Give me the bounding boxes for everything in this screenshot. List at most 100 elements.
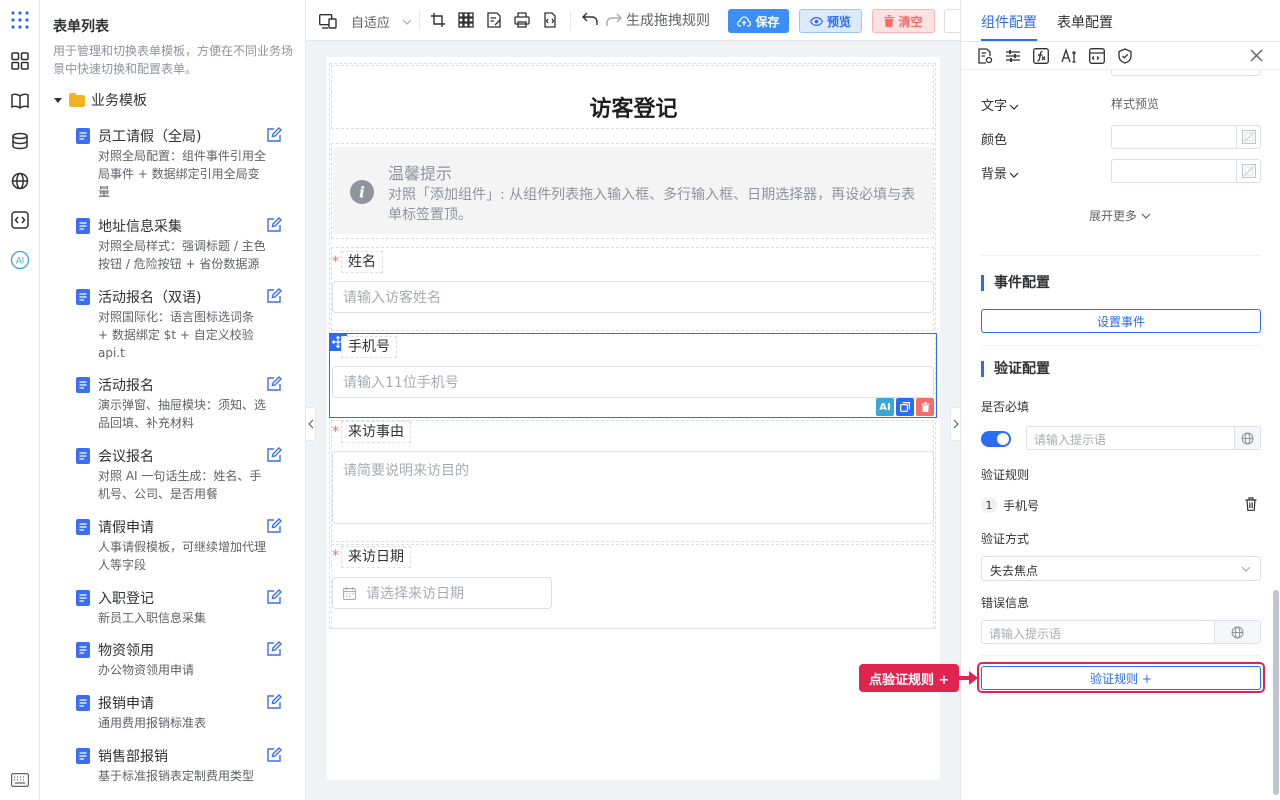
print-icon[interactable] xyxy=(514,12,530,28)
property-icon[interactable] xyxy=(977,48,993,64)
delete-icon[interactable] xyxy=(916,398,934,416)
collapse-right-handle[interactable] xyxy=(950,407,960,441)
background-input[interactable] xyxy=(1111,159,1261,183)
save-button[interactable]: 保存 xyxy=(728,9,789,33)
apps-grid-icon[interactable] xyxy=(9,9,31,31)
clear-button[interactable]: 清空 xyxy=(872,9,935,33)
template-name: 入职登记 xyxy=(98,591,154,607)
sliders-icon[interactable] xyxy=(1005,48,1021,64)
grid-icon[interactable] xyxy=(458,12,474,28)
required-mark: * xyxy=(332,548,339,564)
info-icon: i xyxy=(350,180,374,204)
ai-icon[interactable]: AI xyxy=(9,249,31,271)
components-icon[interactable] xyxy=(9,50,31,72)
phone-input[interactable]: 请输入11位手机号 xyxy=(332,366,934,398)
keyboard-icon[interactable] xyxy=(9,769,31,791)
generate-rules-button[interactable]: 生成拖拽规则 xyxy=(606,10,710,30)
rules-label: 验证规则 xyxy=(981,468,1030,482)
folder-label: 业务模板 xyxy=(91,93,147,109)
book-icon[interactable] xyxy=(9,90,31,112)
shield-check-icon[interactable] xyxy=(1117,48,1133,64)
database-icon[interactable] xyxy=(9,130,31,152)
json-icon[interactable] xyxy=(542,12,558,28)
set-event-button[interactable]: 设置事件 xyxy=(981,309,1261,333)
chevron-down-icon xyxy=(1241,566,1251,572)
template-name: 会议报名 xyxy=(98,449,154,465)
error-label: 错误信息 xyxy=(981,596,1030,610)
edit-icon[interactable] xyxy=(266,447,282,463)
edit-icon[interactable] xyxy=(266,641,282,657)
edit-icon[interactable] xyxy=(266,376,282,392)
trash-icon xyxy=(884,15,895,27)
template-name: 活动报名 xyxy=(98,378,154,394)
name-input[interactable]: 请输入访客姓名 xyxy=(332,281,934,313)
svg-text:i: i xyxy=(359,184,365,202)
close-icon[interactable] xyxy=(1250,49,1263,62)
preview-button[interactable]: 预览 xyxy=(799,9,862,33)
edit-doc-icon[interactable] xyxy=(486,12,502,28)
template-name: 地址信息采集 xyxy=(98,219,182,235)
edit-icon[interactable] xyxy=(266,518,282,534)
date-picker[interactable]: 请选择来访日期 xyxy=(332,577,552,609)
add-validation-rule-button[interactable]: 验证规则 + xyxy=(981,666,1261,690)
text-style-icon[interactable] xyxy=(1061,48,1077,64)
svg-text:AI: AI xyxy=(16,257,24,267)
function-icon[interactable] xyxy=(1033,48,1049,64)
tab-component-config[interactable]: 组件配置 xyxy=(981,12,1037,32)
globe-icon[interactable] xyxy=(1234,427,1260,449)
tab-form-config[interactable]: 表单配置 xyxy=(1057,12,1113,32)
background-dropdown[interactable]: 背景 xyxy=(981,163,1019,182)
caret-down-icon[interactable] xyxy=(53,95,63,105)
active-tab-indicator xyxy=(981,39,1037,41)
panel-title: 表单列表 xyxy=(53,19,109,35)
name-label[interactable]: 姓名 xyxy=(341,251,383,273)
reason-label[interactable]: 来访事由 xyxy=(341,421,411,443)
edit-icon[interactable] xyxy=(266,694,282,710)
document-icon xyxy=(76,289,90,305)
form-paper: 访客登记 i 温馨提示 对照「添加组件」: 从组件列表拖入输入框、多行输入框、日… xyxy=(327,57,940,780)
collapse-left-handle[interactable] xyxy=(306,407,316,441)
color-picker-icon[interactable] xyxy=(1236,126,1260,148)
required-mark: * xyxy=(332,424,339,440)
ai-generate-icon[interactable]: AI xyxy=(876,398,894,416)
reason-textarea[interactable]: 请简要说明来访目的 xyxy=(332,451,934,524)
template-description: 基于标准报销表定制费用类型 xyxy=(98,769,255,783)
required-toggle[interactable] xyxy=(981,431,1011,447)
edit-icon[interactable] xyxy=(266,589,282,605)
tip-text: 对照「添加组件」: 从组件列表拖入输入框、多行输入框、日期选择器，再设必填与表单… xyxy=(388,187,916,223)
document-icon xyxy=(76,748,90,764)
more-button[interactable] xyxy=(944,9,960,33)
template-description: 演示弹窗、抽屉模块：须知、选品回填、补充材料 xyxy=(98,398,267,430)
code-icon[interactable] xyxy=(9,209,31,231)
copy-icon[interactable] xyxy=(896,398,914,416)
divider xyxy=(570,12,571,30)
date-label[interactable]: 来访日期 xyxy=(341,546,411,568)
text-dropdown[interactable]: 文字 xyxy=(981,95,1019,114)
crop-icon[interactable] xyxy=(430,12,446,28)
template-description: 对照 AI 一句话生成：姓名、手机号、公司、是否用餐 xyxy=(98,469,262,501)
method-select[interactable]: 失去焦点 xyxy=(981,556,1261,581)
layout-code-icon[interactable] xyxy=(1089,48,1105,64)
rule-name: 手机号 xyxy=(1003,499,1040,513)
edit-icon[interactable] xyxy=(266,747,282,763)
globe-icon[interactable] xyxy=(9,170,31,192)
error-message-input[interactable]: 请输入提示语 xyxy=(981,620,1261,644)
folder-business-templates[interactable]: 业务模板 xyxy=(53,90,147,110)
color-picker-icon[interactable] xyxy=(1236,160,1260,182)
trash-icon[interactable] xyxy=(1245,497,1257,511)
edit-icon[interactable] xyxy=(266,217,282,233)
device-select[interactable]: 自适应 xyxy=(319,12,412,31)
scrollbar-thumb[interactable] xyxy=(1273,590,1279,795)
phone-label[interactable]: 手机号 xyxy=(341,336,397,358)
template-description: 对照国际化：语言图标选词条 + 数据绑定 $t + 自定义校验 api.t xyxy=(98,310,255,360)
globe-icon[interactable] xyxy=(1214,621,1260,643)
expand-more-button[interactable]: 展开更多 xyxy=(1089,207,1151,224)
required-hint-input[interactable]: 请输入提示语 xyxy=(1026,426,1261,450)
edit-icon[interactable] xyxy=(266,288,282,304)
undo-icon[interactable] xyxy=(582,12,598,26)
template-name: 请假申请 xyxy=(98,520,154,536)
divider xyxy=(981,255,1261,256)
color-input[interactable] xyxy=(1111,125,1261,149)
method-label: 验证方式 xyxy=(981,532,1030,546)
edit-icon[interactable] xyxy=(266,127,282,143)
